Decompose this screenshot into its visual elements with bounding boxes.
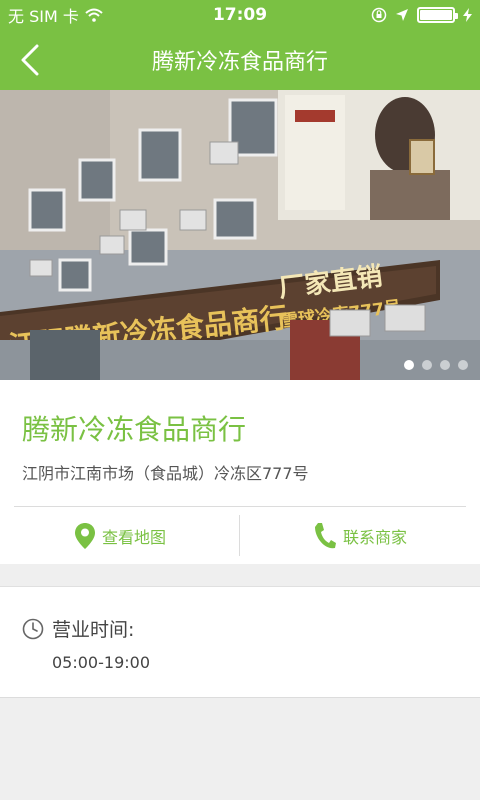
back-button[interactable] <box>12 42 48 78</box>
phone-icon <box>314 522 336 548</box>
rotation-lock-icon <box>371 7 387 23</box>
contact-merchant-button[interactable]: 联系商家 <box>240 507 480 564</box>
pager-dot[interactable] <box>458 360 468 370</box>
status-bar: 无 SIM 卡 17:09 <box>0 0 480 30</box>
page-title: 腾新冷冻食品商行 <box>151 50 328 75</box>
view-map-button[interactable]: 查看地图 <box>0 507 240 564</box>
contact-merchant-label: 联系商家 <box>342 527 407 547</box>
status-time: 17:09 <box>212 5 268 25</box>
carousel-pager <box>404 360 468 370</box>
wifi-icon <box>85 8 103 22</box>
pager-dot[interactable] <box>440 360 450 370</box>
pager-dot[interactable] <box>404 360 414 370</box>
divider <box>239 515 240 556</box>
view-map-label: 查看地图 <box>101 527 166 547</box>
store-actions: 查看地图 联系商家 <box>0 507 480 564</box>
store-photo-carousel[interactable]: 江阴腾新冷冻食品商行 厂家直销 雪球冷库777号 <box>0 90 480 380</box>
clock-icon <box>22 618 44 639</box>
business-hours-label: 营业时间: <box>52 619 135 641</box>
business-hours-header: 营业时间: <box>22 615 134 642</box>
store-photo: 江阴腾新冷冻食品商行 厂家直销 雪球冷库777号 <box>0 90 480 380</box>
chevron-left-icon <box>21 44 39 76</box>
carrier-label: 无 SIM 卡 <box>8 7 79 26</box>
business-hours-value: 05:00-19:00 <box>52 653 150 672</box>
status-bar-left: 无 SIM 卡 <box>8 3 178 27</box>
status-bar-right <box>302 7 472 23</box>
business-hours-card: 营业时间: 05:00-19:00 <box>0 586 480 698</box>
pager-dot[interactable] <box>422 360 432 370</box>
store-info-card: 腾新冷冻食品商行 江阴市江南市场（食品城）冷冻区777号 查看地图 联系商家 <box>0 380 480 564</box>
navigation-bar: 腾新冷冻食品商行 <box>0 30 480 90</box>
charging-bolt-icon <box>463 8 472 22</box>
location-arrow-icon <box>396 9 408 21</box>
store-name: 腾新冷冻食品商行 <box>22 413 247 446</box>
store-address: 江阴市江南市场（食品城）冷冻区777号 <box>22 464 309 483</box>
battery-icon <box>417 7 458 23</box>
map-pin-icon <box>74 522 95 549</box>
